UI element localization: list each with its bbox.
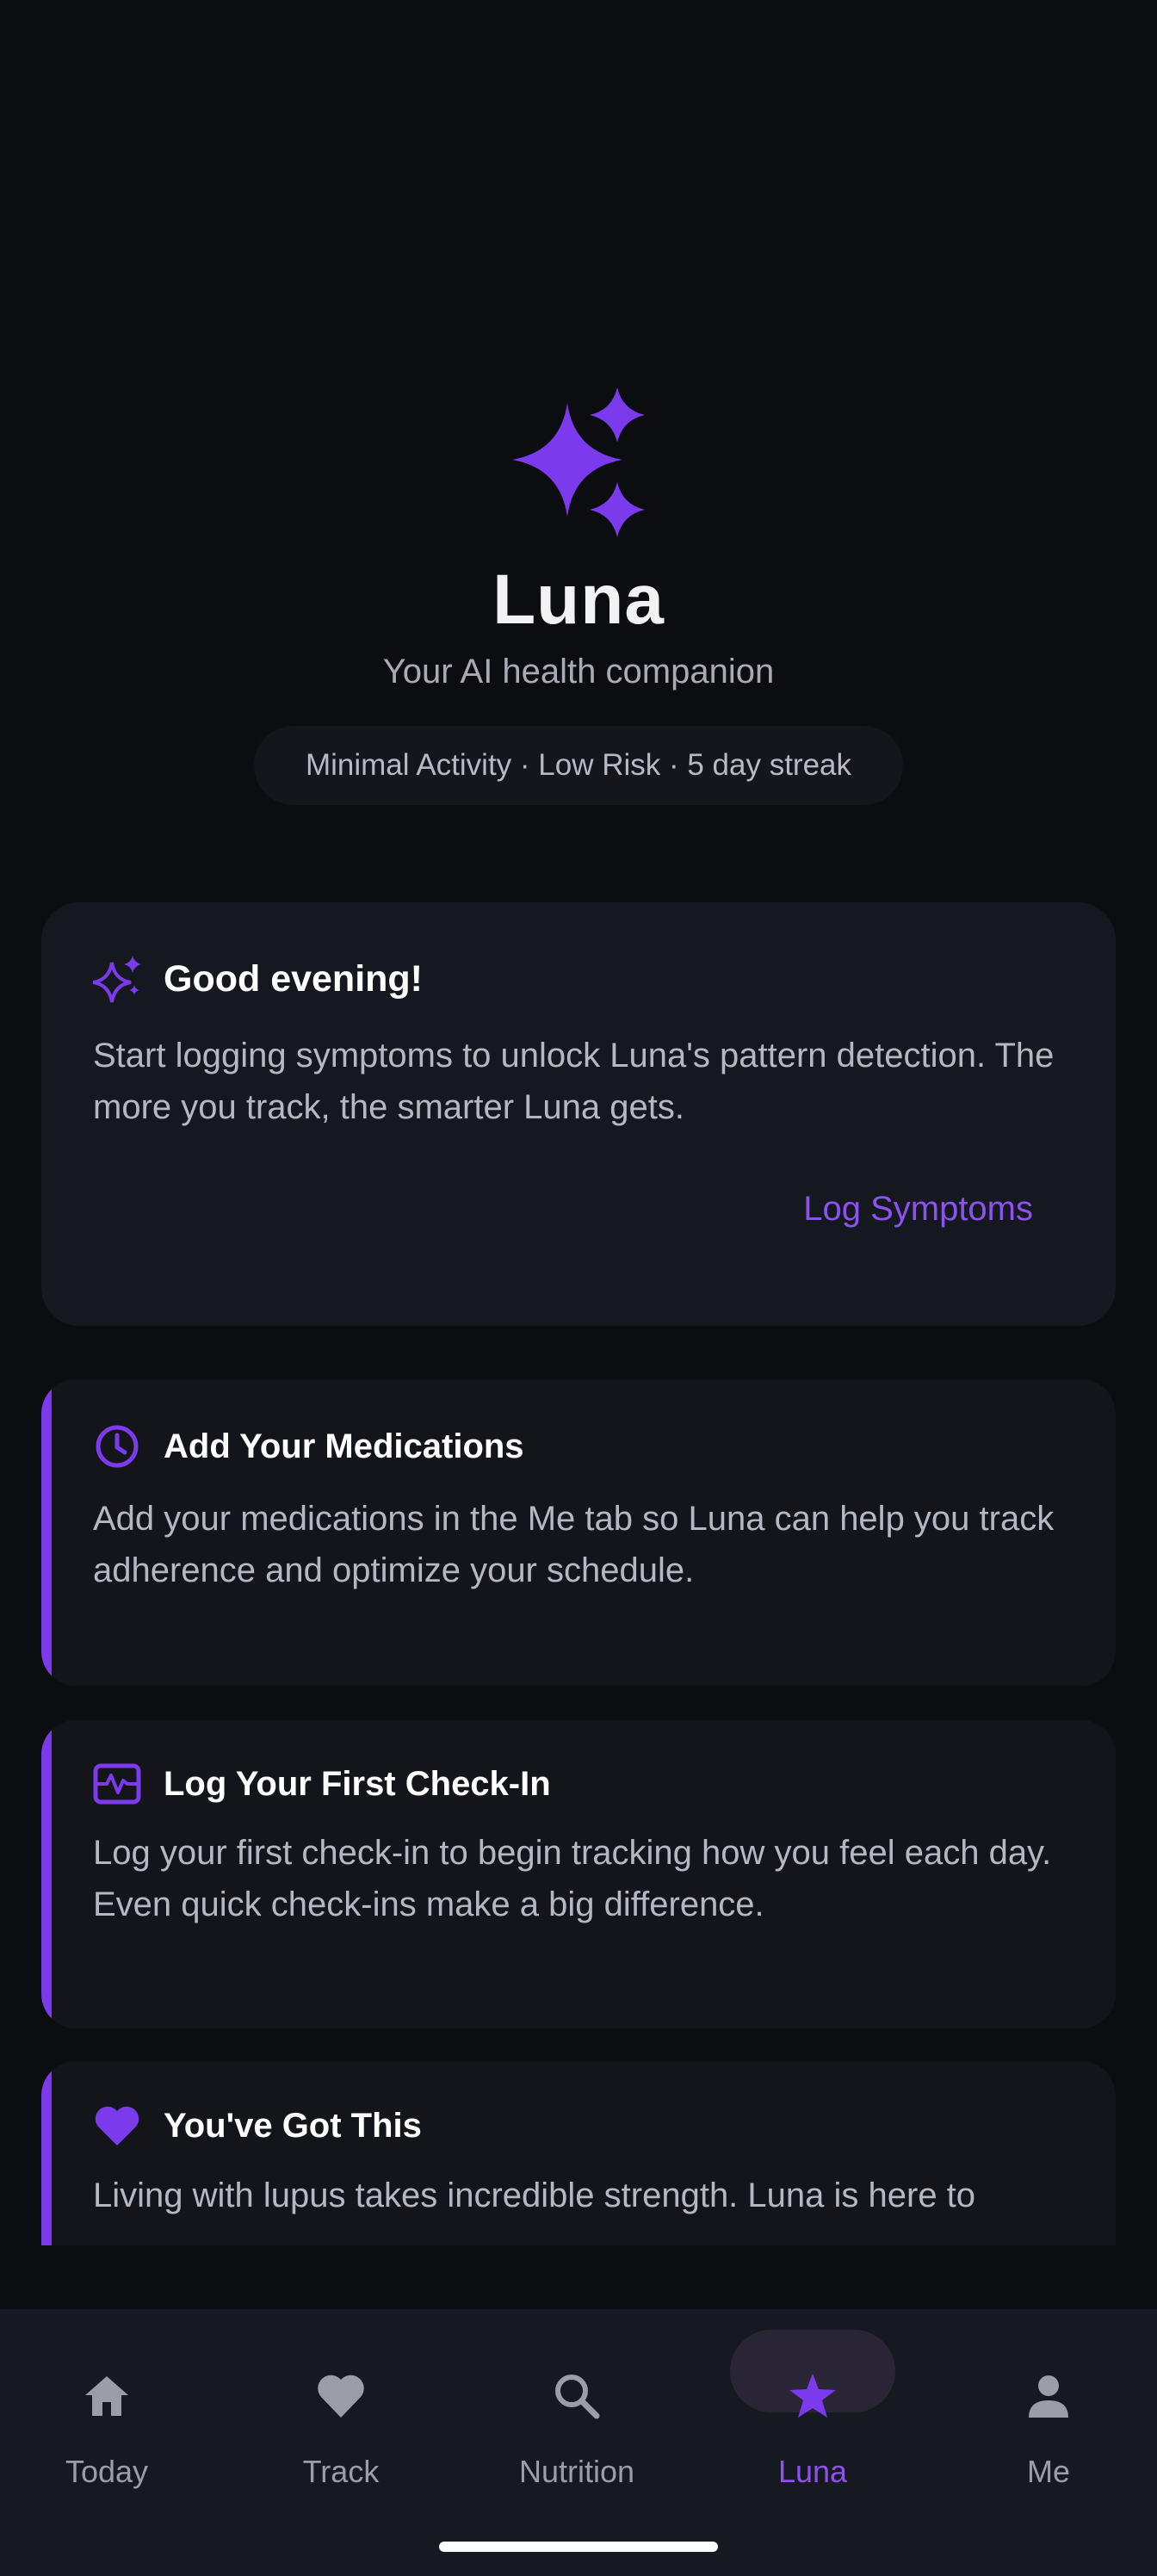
greeting-title: Good evening! [164,957,423,1000]
tab-me[interactable]: Me [954,2309,1143,2490]
wifi-icon [956,54,993,79]
heart-icon [318,2375,364,2418]
tab-label: Today [65,2454,149,2489]
tab-label: Track [302,2454,380,2489]
bottom-nav: Today Track Nutrition Luna Me [0,2309,1157,2576]
tip-title: Log Your First Check-In [164,1764,551,1803]
home-indicator [439,2542,718,2552]
tab-today[interactable]: Today [12,2309,201,2490]
tab-luna[interactable]: Luna [718,2309,907,2490]
page-subtitle: Your AI health companion [382,653,775,690]
activity-icon [93,1763,141,1805]
page-title: Luna [492,560,665,639]
greeting-text: Start logging symptoms to unlock Luna's … [93,1037,1055,1126]
tab-nutrition[interactable]: Nutrition [482,2309,671,2490]
tip-title: Add Your Medications [164,1427,524,1465]
status-icons [894,48,1083,83]
sparkles-icon [512,387,645,537]
tip-text: Living with lupus takes incredible stren… [93,2177,976,2214]
tab-label: Luna [777,2454,848,2489]
status-pill: Minimal Activity · Low Risk · 5 day stre… [253,726,904,805]
status-bar: 5:22 [0,0,1157,129]
tab-label: Nutrition [518,2454,635,2489]
search-icon [555,2375,600,2419]
tip-title: You've Got This [164,2106,422,2145]
log-symptoms-button[interactable]: Log Symptoms [93,1190,1064,1229]
status-time: 5:22 [72,45,143,83]
tab-label: Me [1026,2454,1070,2489]
tab-track[interactable]: Track [246,2309,436,2490]
medications-tip-card[interactable]: Add Your Medications Add your medication… [41,1379,1116,1686]
greeting-card: Good evening! Start logging symptoms to … [41,902,1116,1326]
sparkles-icon [93,956,141,1003]
signal-icon [894,51,937,80]
person-icon [1029,2375,1068,2418]
heart-icon [95,2106,139,2146]
encouragement-tip-card[interactable]: You've Got This Living with lupus takes … [41,2061,1116,2245]
tip-text: Add your medications in the Me tab so Lu… [93,1500,1055,1589]
battery-icon [1011,48,1082,83]
clock-icon [96,1425,139,1468]
checkin-tip-card[interactable]: Log Your First Check-In Log your first c… [41,1720,1116,2028]
tip-text: Log your first check-in to begin trackin… [93,1834,1052,1923]
star-icon [789,2374,836,2418]
hero: Luna Your AI health companion Minimal Ac… [0,387,1157,805]
home-icon [85,2376,128,2416]
